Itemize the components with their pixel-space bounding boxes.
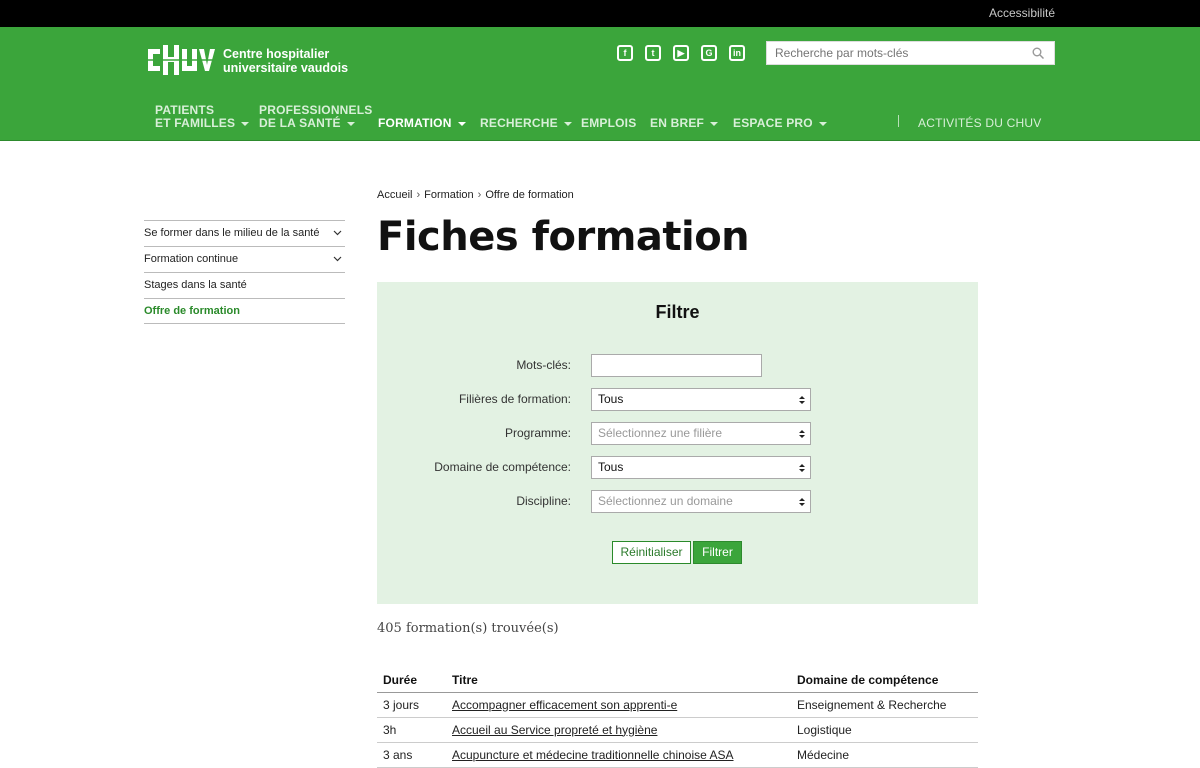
- nav-en-bref[interactable]: EN BREF: [650, 116, 719, 130]
- filter-heading: Filtre: [655, 302, 700, 322]
- nav-espace-pro-label: ESPACE PRO: [733, 116, 813, 130]
- cell-domaine: Logistique: [791, 717, 978, 743]
- programme-label: Programme:: [504, 426, 571, 440]
- select-arrows-icon: [799, 464, 805, 472]
- nav-en-bref-label: EN BREF: [650, 116, 705, 130]
- nav-divider: [898, 115, 899, 127]
- domaine-label: Domaine de compétence:: [434, 460, 571, 474]
- filiere-select[interactable]: Tous: [591, 388, 811, 411]
- search-input[interactable]: [767, 42, 1017, 64]
- nav-patients-line2: ET FAMILLES: [155, 116, 236, 130]
- table-row: 3 jours Accompagner efficacement son app…: [377, 692, 978, 718]
- select-arrows-icon: [799, 396, 805, 404]
- cell-domaine: Enseignement & Recherche: [791, 692, 978, 718]
- nav-activites-label: ACTIVITÉS DU CHUV: [918, 116, 1042, 130]
- facebook-icon[interactable]: f: [617, 45, 633, 61]
- chevron-down-icon: [818, 121, 827, 126]
- filter-panel: Filtre Mots-clés: Filières de formation:…: [377, 282, 978, 604]
- org-name-line1: Centre hospitalier: [223, 47, 330, 61]
- nav-activites[interactable]: ACTIVITÉS DU CHUV: [918, 117, 1041, 130]
- chevron-down-icon: [563, 121, 572, 126]
- filiere-label: Filières de formation:: [458, 392, 571, 406]
- linkedin-icon[interactable]: in: [729, 45, 745, 61]
- org-name-line2: universitaire vaudois: [223, 61, 349, 75]
- cell-titre: Accueil au Service propreté et hygiène: [446, 717, 791, 743]
- sidebar-item-se-former[interactable]: Se former dans le milieu de la santé: [144, 220, 345, 246]
- chevron-down-icon[interactable]: [333, 228, 342, 237]
- cell-domaine: Médecine: [791, 742, 978, 768]
- sidebar-item-formation-continue[interactable]: Formation continue: [144, 246, 345, 272]
- sidebar-item-label: Formation continue: [144, 253, 239, 265]
- filter-button[interactable]: Filtrer: [693, 541, 742, 564]
- sidebar-item-label: Se former dans le milieu de la santé: [144, 227, 320, 239]
- top-bar: Accessibilité: [0, 0, 1200, 27]
- org-name[interactable]: Centre hospitalier universitaire vaudois: [223, 47, 348, 75]
- programme-value: Sélectionnez une filière: [598, 426, 723, 440]
- keywords-label: Mots-clés:: [516, 358, 571, 372]
- chevron-down-icon: [241, 121, 250, 126]
- chevron-down-icon: [710, 121, 719, 126]
- column-header-titre[interactable]: Titre: [446, 668, 791, 693]
- chevron-down-icon[interactable]: [333, 254, 342, 263]
- formation-link[interactable]: Accompagner efficacement son apprenti-e: [452, 698, 677, 712]
- results-table: Durée Titre Domaine de compétence 3 jour…: [377, 668, 978, 768]
- breadcrumb-separator: ›: [416, 189, 421, 201]
- programme-select[interactable]: Sélectionnez une filière: [591, 422, 811, 445]
- chevron-down-icon: [346, 121, 355, 126]
- column-header-domaine[interactable]: Domaine de compétence: [791, 668, 978, 693]
- discipline-select[interactable]: Sélectionnez un domaine: [591, 490, 811, 513]
- nav-professionnels-line2: DE LA SANTÉ: [259, 116, 341, 130]
- discipline-label: Discipline:: [516, 494, 571, 508]
- table-header-row: Durée Titre Domaine de compétence: [377, 668, 978, 693]
- cell-titre: Accompagner efficacement son apprenti-e: [446, 692, 791, 718]
- results-count: 405 formation(s) trouvée(s): [377, 621, 559, 636]
- nav-emplois[interactable]: EMPLOIS: [581, 117, 636, 130]
- googleplus-icon[interactable]: G: [701, 45, 717, 61]
- cell-duree: 3 jours: [377, 692, 446, 718]
- table-row: 3h Accueil au Service propreté et hygièn…: [377, 717, 978, 743]
- nav-professionnels[interactable]: PROFESSIONNELS DE LA SANTÉ: [259, 104, 372, 130]
- sidebar-item-stages[interactable]: Stages dans la santé: [144, 272, 345, 298]
- nav-recherche-label: RECHERCHE: [480, 116, 558, 130]
- nav-espace-pro[interactable]: ESPACE PRO: [733, 117, 827, 130]
- reset-button[interactable]: Réinitialiser: [612, 541, 691, 564]
- formation-link[interactable]: Accueil au Service propreté et hygiène: [452, 723, 657, 737]
- breadcrumb-separator: ›: [477, 189, 482, 201]
- table-row: 3 ans Acupuncture et médecine traditionn…: [377, 742, 978, 768]
- sidebar-item-offre-formation[interactable]: Offre de formation: [144, 298, 345, 324]
- youtube-icon[interactable]: ▶: [673, 45, 689, 61]
- keywords-input[interactable]: [591, 354, 762, 377]
- accessibility-link[interactable]: Accessibilité: [989, 6, 1055, 20]
- chuv-logo[interactable]: [144, 41, 216, 79]
- breadcrumb: Accueil › Formation › Offre de formation: [377, 189, 574, 201]
- breadcrumb-current: Offre de formation: [485, 189, 574, 201]
- nav-formation-label: FORMATION: [378, 116, 452, 130]
- breadcrumb-formation[interactable]: Formation: [424, 189, 474, 201]
- nav-recherche[interactable]: RECHERCHE: [480, 117, 572, 130]
- search-icon[interactable]: [1032, 47, 1044, 59]
- sidebar-nav: Se former dans le milieu de la santé For…: [144, 220, 345, 324]
- site-header: Centre hospitalier universitaire vaudois…: [0, 27, 1200, 141]
- select-arrows-icon: [799, 498, 805, 506]
- page-title: Fiches formation: [377, 214, 750, 260]
- breadcrumb-accueil[interactable]: Accueil: [377, 189, 412, 201]
- formation-link[interactable]: Acupuncture et médecine traditionnelle c…: [452, 748, 734, 762]
- select-arrows-icon: [799, 430, 805, 438]
- cell-duree: 3h: [377, 717, 446, 743]
- discipline-value: Sélectionnez un domaine: [598, 494, 733, 508]
- nav-patients[interactable]: PATIENTS ET FAMILLES: [155, 104, 250, 130]
- search-box: [766, 41, 1055, 65]
- chevron-down-icon: [457, 121, 466, 126]
- filiere-value: Tous: [598, 392, 624, 406]
- domaine-value: Tous: [598, 460, 624, 474]
- domaine-select[interactable]: Tous: [591, 456, 811, 479]
- nav-emplois-label: EMPLOIS: [581, 116, 637, 130]
- sidebar-item-label: Stages dans la santé: [144, 279, 247, 291]
- cell-duree: 3 ans: [377, 742, 446, 768]
- sidebar-item-label: Offre de formation: [144, 305, 240, 317]
- cell-titre: Acupuncture et médecine traditionnelle c…: [446, 742, 791, 768]
- column-header-duree[interactable]: Durée: [377, 668, 446, 693]
- nav-formation[interactable]: FORMATION: [378, 117, 466, 130]
- twitter-icon[interactable]: t: [645, 45, 661, 61]
